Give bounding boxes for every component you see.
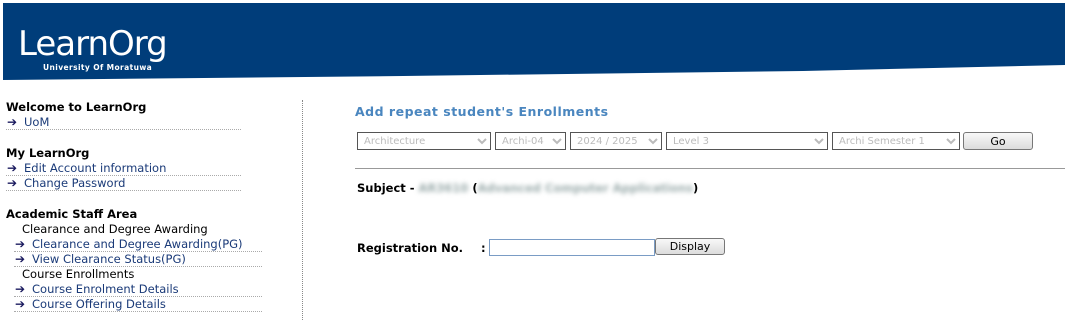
- logo-title[interactable]: LearnOrg: [18, 27, 168, 61]
- display-button[interactable]: Display: [655, 238, 725, 255]
- registration-colon: :: [481, 241, 486, 255]
- sidebar-item-view-clearance[interactable]: ➔ View Clearance Status(PG): [14, 252, 262, 267]
- sidebar-item-clearance-pg[interactable]: ➔ Clearance and Degree Awarding(PG): [14, 237, 262, 252]
- academic-year-select[interactable]: 2024 / 2025: [570, 132, 662, 150]
- page-title: Add repeat student's Enrollments: [355, 104, 609, 119]
- sidebar-item-label[interactable]: UoM: [24, 115, 49, 129]
- registration-input[interactable]: [489, 239, 655, 256]
- sidebar-divider: [302, 100, 303, 320]
- sidebar-item-uom[interactable]: ➔ UoM: [6, 115, 241, 130]
- section-title-academic-staff: Academic Staff Area: [6, 207, 138, 221]
- site-header: LearnOrg University Of Moratuwa: [3, 3, 1065, 81]
- main-content: Add repeat student's Enrollments Archite…: [355, 100, 1065, 256]
- sidebar-item-change-password[interactable]: ➔ Change Password: [6, 176, 241, 191]
- sidebar-item-label[interactable]: Change Password: [24, 176, 125, 190]
- faculty-select[interactable]: Architecture: [357, 132, 491, 150]
- registration-label: Registration No.: [357, 241, 464, 255]
- subject-line: Subject - AR3610 (Advanced Computer Appl…: [357, 181, 698, 195]
- sidebar: Welcome to LearnOrg ➔ UoM My LearnOrg ➔ …: [6, 100, 302, 312]
- sidebar-group-clearance: Clearance and Degree Awarding: [22, 222, 208, 236]
- section-divider: [355, 168, 1065, 169]
- sidebar-item-course-enrolment[interactable]: ➔ Course Enrolment Details: [14, 282, 262, 297]
- arrow-right-icon: ➔: [7, 176, 18, 190]
- semester-select[interactable]: Archi Semester 1: [832, 132, 960, 150]
- go-button[interactable]: Go: [963, 132, 1033, 150]
- department-select[interactable]: Archi-04: [495, 132, 566, 150]
- sidebar-item-label[interactable]: Edit Account information: [24, 161, 166, 175]
- sidebar-item-course-offering[interactable]: ➔ Course Offering Details: [14, 297, 262, 312]
- subject-code: AR3610: [418, 181, 469, 195]
- sidebar-item-edit-account[interactable]: ➔ Edit Account information: [6, 161, 241, 176]
- sidebar-item-label[interactable]: View Clearance Status(PG): [32, 252, 186, 266]
- arrow-right-icon: ➔: [7, 115, 18, 129]
- sidebar-item-label[interactable]: Course Enrolment Details: [32, 282, 179, 296]
- subject-label: Subject -: [357, 181, 419, 195]
- arrow-right-icon: ➔: [15, 252, 26, 266]
- section-title-welcome: Welcome to LearnOrg: [6, 100, 147, 114]
- logo-subtitle: University Of Moratuwa: [43, 63, 153, 72]
- sidebar-item-label[interactable]: Course Offering Details: [32, 297, 166, 311]
- subject-paren-close: ): [692, 181, 699, 195]
- subject-name: Advanced Computer Applications: [477, 181, 693, 195]
- arrow-right-icon: ➔: [7, 161, 18, 175]
- arrow-right-icon: ➔: [15, 297, 26, 311]
- sidebar-group-course-enrollments: Course Enrollments: [22, 267, 135, 281]
- section-title-my-learnorg: My LearnOrg: [6, 146, 90, 160]
- arrow-right-icon: ➔: [15, 282, 26, 296]
- arrow-right-icon: ➔: [15, 237, 26, 251]
- sidebar-item-label[interactable]: Clearance and Degree Awarding(PG): [32, 237, 243, 251]
- level-select[interactable]: Level 3: [666, 132, 828, 150]
- subject-paren-open: (: [472, 181, 478, 195]
